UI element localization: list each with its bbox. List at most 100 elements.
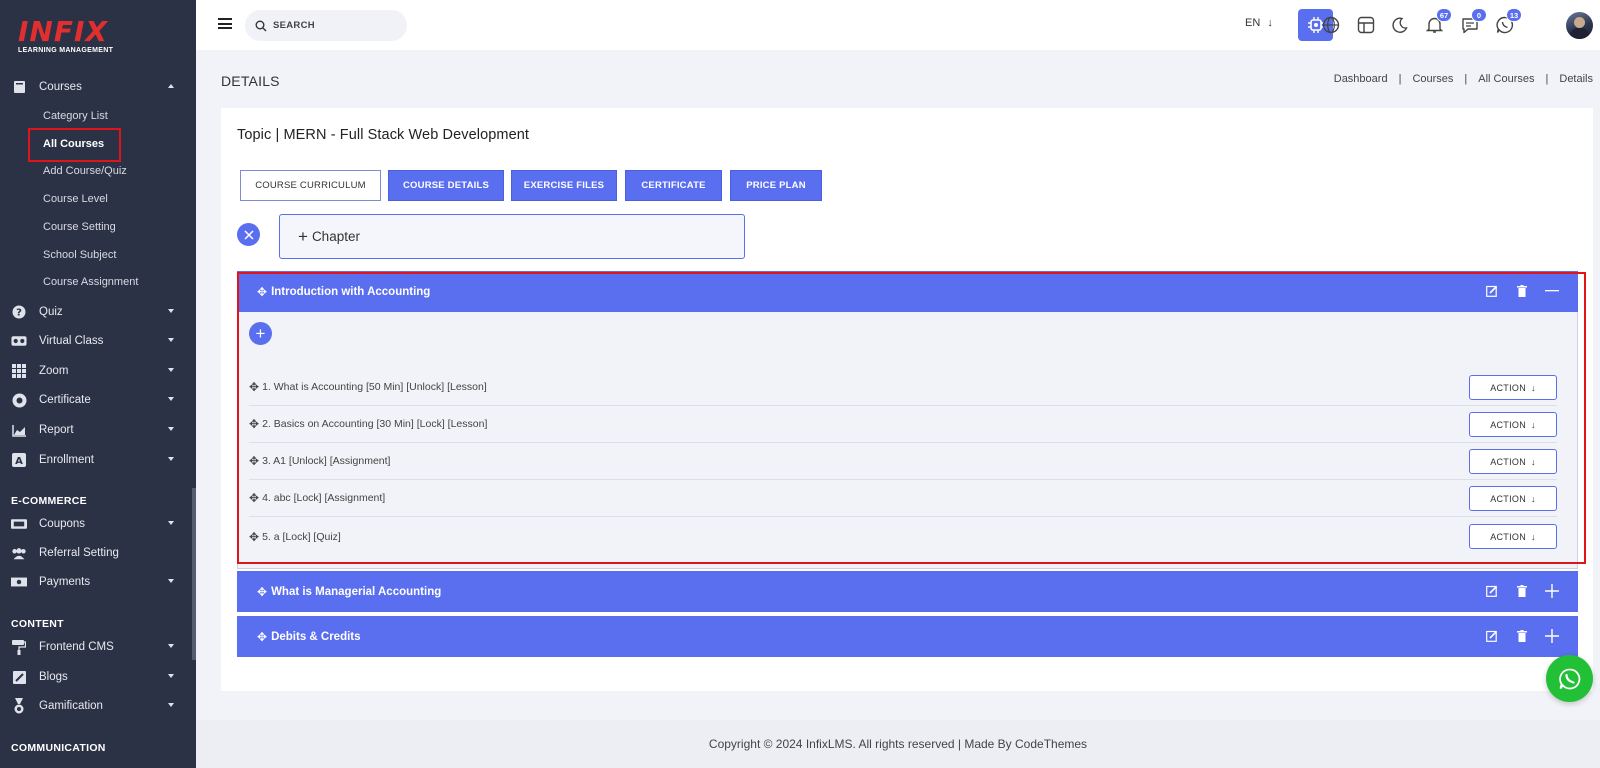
trash-icon[interactable] [1514, 583, 1530, 599]
sidebar-item-course-setting[interactable]: Course Setting [43, 217, 116, 237]
breadcrumb-dashboard[interactable]: Dashboard [1334, 73, 1388, 85]
topbar: EN ↓ 67 0 13 [196, 0, 1600, 50]
move-icon[interactable]: ✥ [249, 417, 259, 431]
nav-frontend-cms-label: Frontend CMS [39, 641, 114, 653]
sidebar-scrollbar[interactable] [192, 488, 196, 660]
plus-icon: + [255, 323, 266, 343]
nav-payments[interactable]: Payments [0, 568, 196, 596]
footer-copyright: Copyright © 2024 InfixLMS. All rights re… [708, 737, 1088, 751]
sidebar-item-course-level[interactable]: Course Level [43, 189, 108, 209]
edit-icon[interactable] [1484, 283, 1500, 299]
lesson-row[interactable]: ✥ 2. Basics on Accounting [30 Min] [Lock… [249, 406, 1557, 443]
chapter-header-2[interactable]: ✥ What is Managerial Accounting [237, 571, 1578, 612]
chapter-header-3[interactable]: ✥ Debits & Credits [237, 616, 1578, 657]
messages-button[interactable]: 0 [1452, 8, 1487, 41]
globe-button[interactable] [1313, 9, 1348, 41]
chevron-down-icon [168, 457, 174, 461]
lesson-row[interactable]: ✥ 3. A1 [Unlock] [Assignment] ACTION ↓ [249, 443, 1557, 480]
add-chapter-label: Chapter [311, 229, 360, 244]
nav-quiz[interactable]: ? Quiz [0, 298, 196, 326]
move-icon[interactable]: ✥ [257, 630, 267, 644]
nav-report[interactable]: Report [0, 416, 196, 444]
move-icon[interactable]: ✥ [249, 491, 259, 505]
nav-certificate[interactable]: Certificate [0, 386, 196, 414]
nav-courses-label: Courses [39, 81, 82, 93]
menu-toggle-icon[interactable] [218, 18, 232, 29]
svg-text:A: A [15, 456, 23, 467]
tab-certificate[interactable]: CERTIFICATE [625, 170, 722, 201]
whatsapp-header-button[interactable]: 13 [1487, 8, 1522, 41]
breadcrumb-all-courses[interactable]: All Courses [1478, 73, 1534, 85]
search-input[interactable] [273, 20, 393, 31]
whatsapp-chat-button[interactable] [1546, 655, 1593, 702]
nav-virtual-class[interactable]: Virtual Class [0, 327, 196, 355]
add-lesson-button[interactable]: + [249, 322, 272, 345]
lesson-action-button[interactable]: ACTION ↓ [1469, 449, 1557, 474]
notifications-button[interactable]: 67 [1417, 8, 1452, 41]
sidebar-item-school-subject[interactable]: School Subject [43, 245, 116, 265]
close-chapter-form-button[interactable] [237, 223, 260, 246]
tab-course-curriculum[interactable]: COURSE CURRICULUM [240, 170, 381, 201]
users-icon [11, 545, 27, 561]
move-icon[interactable]: ✥ [249, 454, 259, 468]
nav-courses[interactable]: Courses [0, 73, 196, 101]
language-selector[interactable]: EN ↓ [1245, 17, 1273, 29]
nav-referral-setting[interactable]: Referral Setting [0, 539, 196, 567]
edit-icon[interactable] [1484, 628, 1500, 644]
move-icon[interactable]: ✥ [257, 285, 267, 299]
chapter-header-1[interactable]: ✥ Introduction with Accounting [237, 271, 1578, 312]
nav-enrollment-label: Enrollment [39, 454, 94, 466]
lesson-action-button[interactable]: ACTION ↓ [1469, 486, 1557, 511]
logo-text: INFIX [18, 15, 108, 48]
lesson-row[interactable]: ✥ 1. What is Accounting [50 Min] [Unlock… [249, 369, 1557, 406]
footer: Copyright © 2024 InfixLMS. All rights re… [196, 720, 1600, 768]
lesson-action-button[interactable]: ACTION ↓ [1469, 524, 1557, 549]
paint-roller-icon [11, 639, 27, 655]
tab-exercise-files[interactable]: EXERCISE FILES [511, 170, 617, 201]
trash-icon[interactable] [1514, 283, 1530, 299]
language-label: EN [1245, 17, 1261, 29]
lesson-row[interactable]: ✥ 4. abc [Lock] [Assignment] ACTION ↓ [249, 480, 1557, 517]
nav-coupons[interactable]: Coupons [0, 510, 196, 538]
nav-zoom[interactable]: Zoom [0, 357, 196, 385]
nav-coupons-label: Coupons [39, 518, 86, 530]
tab-course-details[interactable]: COURSE DETAILS [388, 170, 504, 201]
active-item-highlight [28, 128, 121, 162]
nav-enrollment[interactable]: A Enrollment [0, 446, 196, 474]
sidebar-item-course-assignment[interactable]: Course Assignment [43, 272, 138, 292]
nav-blogs[interactable]: Blogs [0, 663, 196, 691]
move-icon[interactable]: ✥ [249, 380, 259, 394]
move-icon[interactable]: ✥ [249, 530, 259, 544]
search-box[interactable] [245, 10, 407, 41]
dark-mode-button[interactable] [1382, 9, 1417, 41]
nav-gamification[interactable]: Gamification [0, 692, 196, 720]
move-icon[interactable]: ✥ [257, 585, 267, 599]
certificate-icon [11, 392, 27, 408]
lesson-action-button[interactable]: ACTION ↓ [1469, 412, 1557, 437]
question-circle-icon: ? [11, 304, 27, 320]
svg-text:?: ? [16, 308, 22, 319]
lesson-row[interactable]: ✥ 5. a [Lock] [Quiz] ACTION ↓ [249, 518, 1557, 555]
collapse-icon[interactable] [1544, 283, 1560, 299]
avatar[interactable] [1566, 12, 1593, 39]
nav-frontend-cms[interactable]: Frontend CMS [0, 633, 196, 661]
chevron-down-icon [168, 397, 174, 401]
nav-gamification-label: Gamification [39, 700, 103, 712]
breadcrumb-courses[interactable]: Courses [1412, 73, 1453, 85]
lesson-action-button[interactable]: ACTION ↓ [1469, 375, 1557, 400]
logo[interactable]: INFIX LEARNING MANAGEMENT [18, 18, 188, 58]
ticket-icon [11, 516, 27, 532]
chapter-title-2: What is Managerial Accounting [271, 585, 442, 598]
edit-icon[interactable] [1484, 583, 1500, 599]
tab-price-plan[interactable]: PRICE PLAN [730, 170, 822, 201]
trash-icon[interactable] [1514, 628, 1530, 644]
expand-icon[interactable] [1544, 628, 1560, 644]
sidebar-item-category-list[interactable]: Category List [43, 106, 108, 126]
add-chapter-field[interactable]: + Chapter [279, 214, 745, 259]
sidebar-item-add-course[interactable]: Add Course/Quiz [43, 161, 127, 181]
expand-icon[interactable] [1544, 583, 1560, 599]
book-icon [11, 79, 27, 95]
chevron-down-icon [168, 579, 174, 583]
chevron-down-icon [168, 427, 174, 431]
layout-button[interactable] [1348, 9, 1383, 41]
